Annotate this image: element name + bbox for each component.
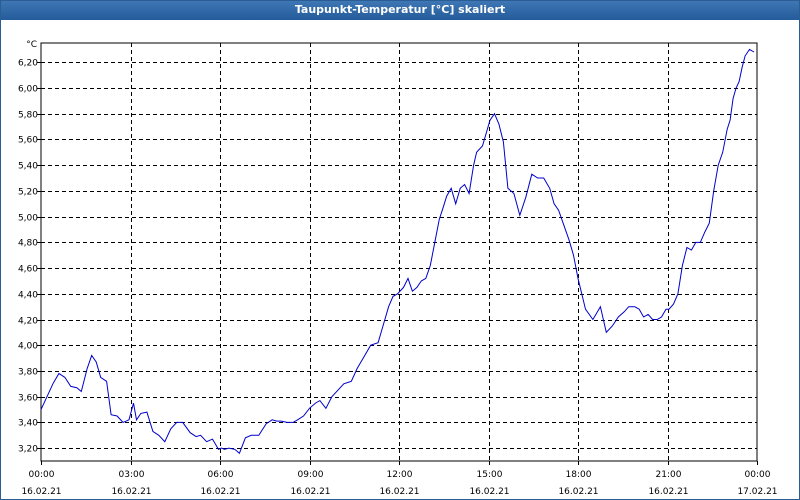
chart-window: Taupunkt-Temperatur [°C] skaliert 3,20 3,… bbox=[0, 0, 800, 500]
x-tick-date: 16.02.21 bbox=[648, 487, 688, 497]
x-tick-date: 16.02.21 bbox=[21, 487, 61, 497]
x-tick-time: 06:00 bbox=[208, 470, 234, 480]
y-tick-label: 4,60 bbox=[18, 265, 38, 275]
y-unit-label: °C bbox=[26, 40, 37, 50]
y-tick-label: 4,20 bbox=[18, 317, 38, 327]
y-tick-label: 5,20 bbox=[18, 188, 38, 198]
y-tick-label: 4,00 bbox=[18, 342, 38, 352]
y-tick-label: 3,60 bbox=[18, 394, 38, 404]
x-tick-date: 16.02.21 bbox=[200, 487, 240, 497]
x-tick-time: 03:00 bbox=[119, 470, 145, 480]
x-tick-time: 21:00 bbox=[656, 470, 682, 480]
x-tick-date: 16.02.21 bbox=[469, 487, 509, 497]
x-tick-date: 16.02.21 bbox=[111, 487, 151, 497]
y-tick-label: 6,20 bbox=[18, 59, 38, 69]
plot-area bbox=[40, 42, 758, 462]
chart-plot: 3,20 3,40 3,60 3,80 4,00 4,20 4,40 4,60 4,80 5,00… bbox=[18, 40, 778, 497]
x-tick-date: 16.02.21 bbox=[379, 487, 419, 497]
y-tick-label: 5,40 bbox=[18, 162, 38, 172]
x-tick-time: 18:00 bbox=[566, 470, 592, 480]
y-tick-label: 3,20 bbox=[18, 445, 38, 455]
y-tick-label: 3,40 bbox=[18, 419, 38, 429]
x-tick-date: 16.02.21 bbox=[290, 487, 330, 497]
y-tick-label: 6,00 bbox=[18, 85, 38, 95]
y-tick-label: 4,40 bbox=[18, 291, 38, 301]
x-tick-time: 00:00 bbox=[745, 470, 771, 480]
y-tick-label: 3,80 bbox=[18, 368, 38, 378]
y-tick-label: 5,00 bbox=[18, 214, 38, 224]
x-tick-time: 15:00 bbox=[477, 470, 503, 480]
y-tick-label: 5,60 bbox=[18, 136, 38, 146]
x-tick-date: 16.02.21 bbox=[558, 487, 598, 497]
x-tick-date: 17.02.21 bbox=[737, 487, 777, 497]
x-tick-time: 09:00 bbox=[298, 470, 324, 480]
x-tick-time: 00:00 bbox=[29, 470, 55, 480]
y-tick-label: 4,80 bbox=[18, 239, 38, 249]
y-tick-label: 5,80 bbox=[18, 111, 38, 121]
x-tick-time: 12:00 bbox=[387, 470, 413, 480]
